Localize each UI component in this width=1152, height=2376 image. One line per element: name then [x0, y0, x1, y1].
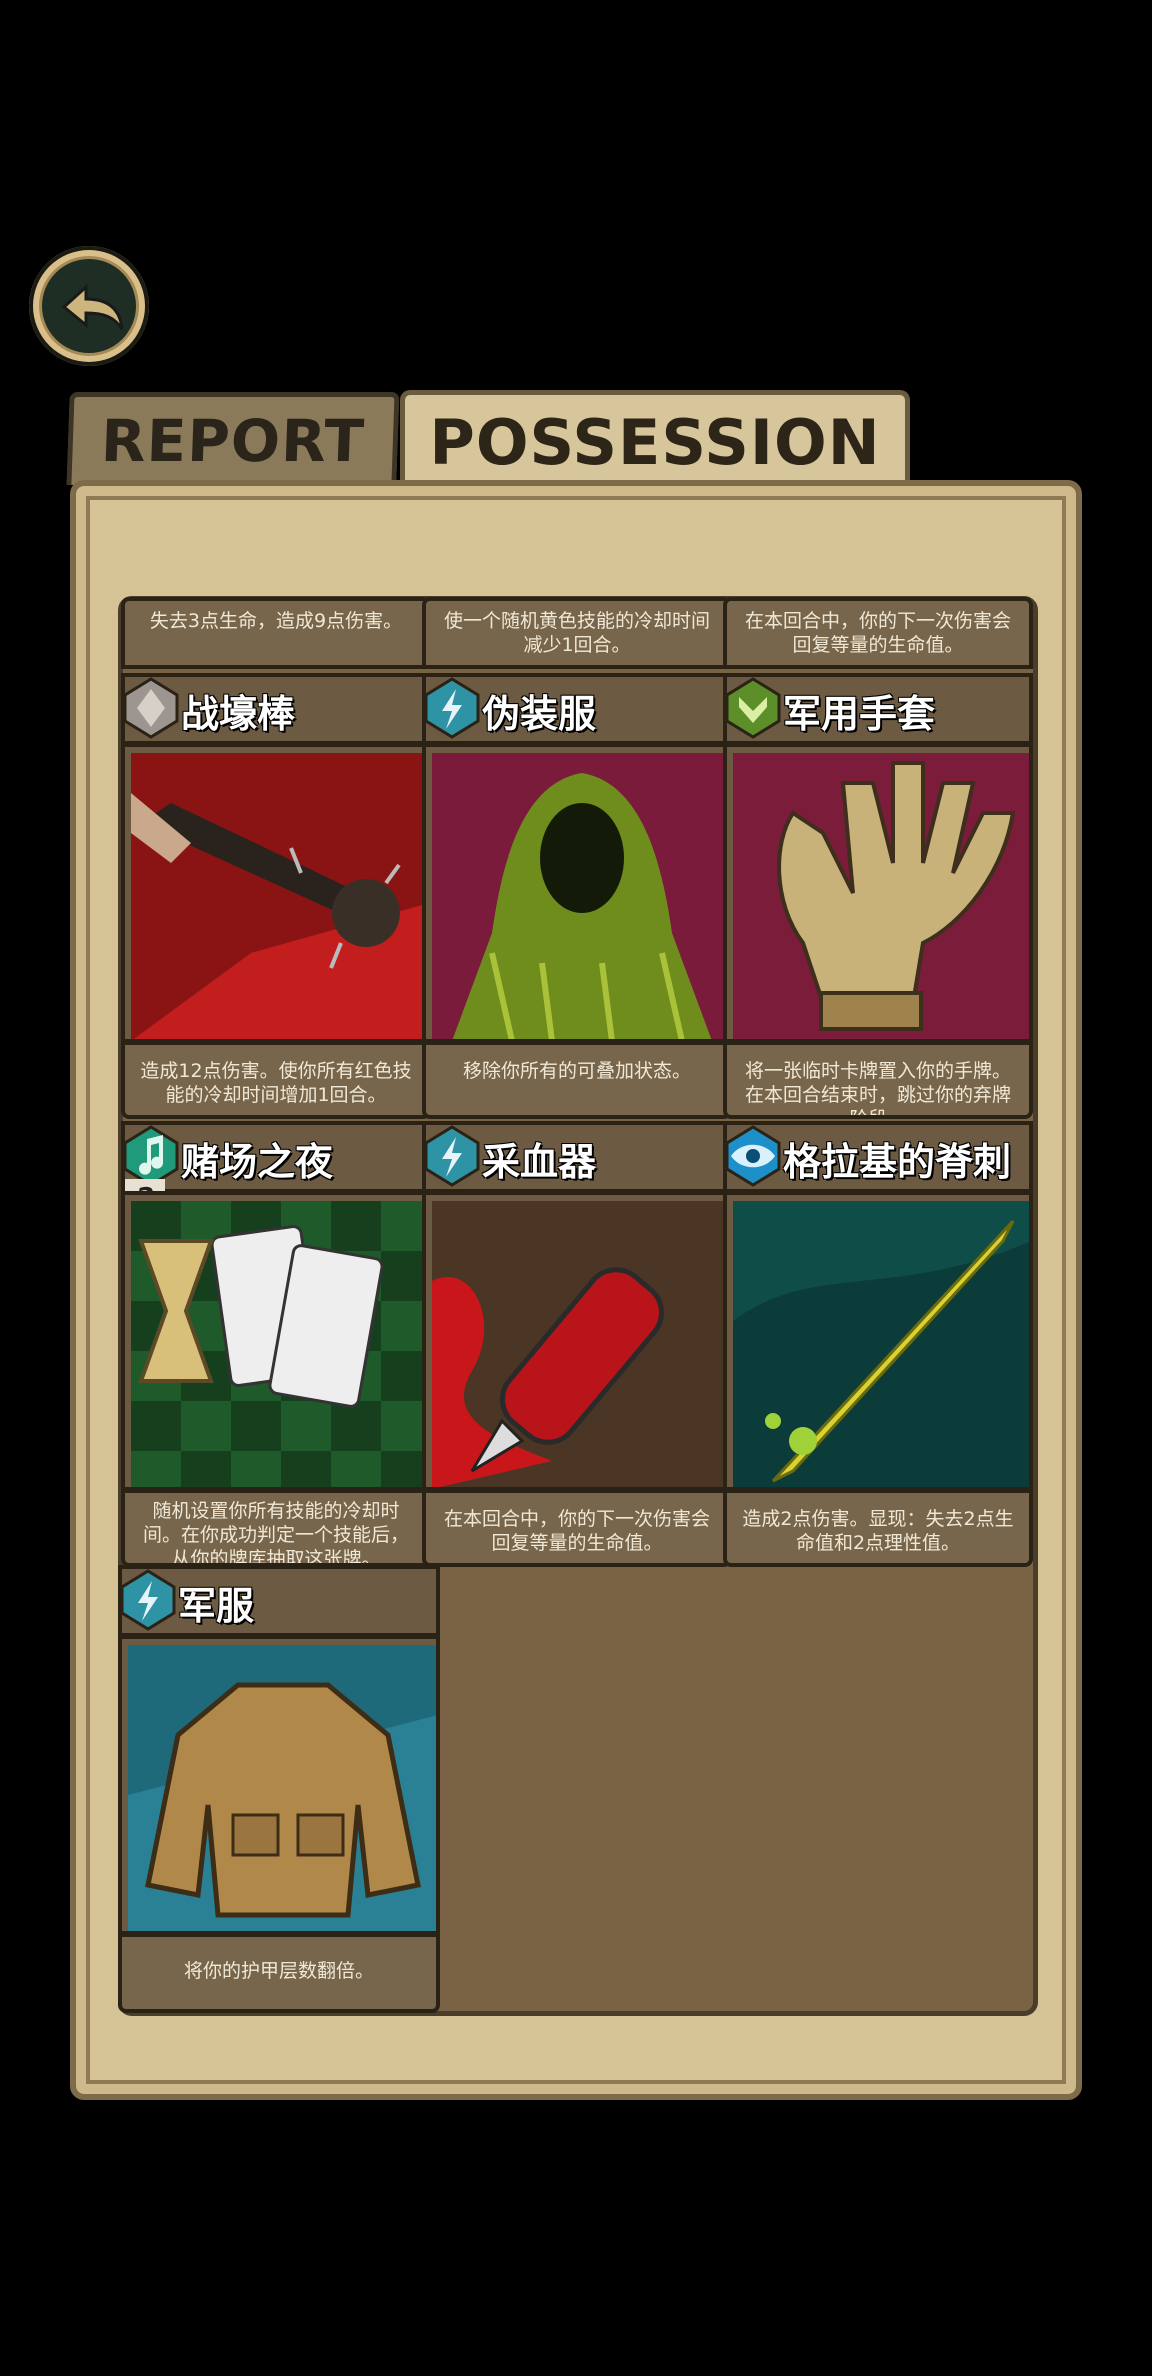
card-description: 造成12点伤害。使你所有红色技能的冷却时间增加1回合。	[121, 1041, 431, 1119]
card-art-blood-syringe	[422, 1191, 732, 1491]
card-name: 采血器	[482, 1140, 597, 1184]
eye-icon	[725, 1125, 781, 1187]
card-title-bar: 伪装服	[422, 673, 732, 745]
diamond-icon	[123, 677, 179, 739]
card-military-uniform[interactable]: 军服 将你的护甲层数翻倍。	[118, 1565, 444, 2015]
card-art-military-uniform	[118, 1635, 440, 1935]
card-title-bar: 采血器	[422, 1121, 732, 1193]
card-title-bar: 战壕棒	[121, 673, 431, 745]
card-partial[interactable]: 失去3点生命，造成9点伤害。	[121, 597, 435, 671]
card-art-glaaki-spine	[723, 1191, 1033, 1491]
card-name: 赌场之夜	[181, 1140, 334, 1184]
card-description: 失去3点生命，造成9点伤害。	[121, 597, 431, 669]
lightning-icon	[120, 1569, 176, 1631]
lightning-icon	[424, 1125, 480, 1187]
card-art-trench-club	[121, 743, 431, 1043]
card-description: 造成2点伤害。显现：失去2点生命值和2点理性值。	[723, 1489, 1033, 1567]
card-art-military-glove	[723, 743, 1033, 1043]
card-art-casino-night	[121, 1191, 431, 1491]
card-name: 战壕棒	[181, 692, 296, 736]
card-description: 在本回合中，你的下一次伤害会回复等量的生命值。	[723, 597, 1033, 669]
card-title-bar: 军服	[118, 1565, 440, 1637]
card-name: 格拉基的脊刺	[783, 1140, 1012, 1184]
card-title-bar: 军用手套	[723, 673, 1033, 745]
card-description: 移除你所有的可叠加状态。	[422, 1041, 732, 1119]
card-title-bar: 格拉基的脊刺	[723, 1121, 1033, 1193]
card-description: 在本回合中，你的下一次伤害会回复等量的生命值。	[422, 1489, 732, 1567]
return-arrow-icon	[61, 283, 124, 330]
chevron-icon	[725, 677, 781, 739]
card-partial[interactable]: 使一个随机黄色技能的冷却时间减少1回合。	[422, 597, 736, 671]
card-description: 随机设置你所有技能的冷却时间。在你成功判定一个技能后，从你的牌库抽取这张牌。	[121, 1489, 431, 1567]
back-button[interactable]	[29, 246, 149, 366]
card-name: 伪装服	[482, 692, 597, 736]
card-name: 军用手套	[783, 692, 936, 736]
card-name: 军服	[178, 1584, 255, 1628]
tab-report[interactable]: REPORT	[66, 392, 400, 485]
lightning-icon	[424, 677, 480, 739]
card-description: 将你的护甲层数翻倍。	[118, 1933, 440, 2013]
card-title-bar: 赌场之夜	[121, 1121, 431, 1193]
card-partial[interactable]: 在本回合中，你的下一次伤害会回复等量的生命值。	[723, 597, 1037, 671]
card-description: 使一个随机黄色技能的冷却时间减少1回合。	[422, 597, 732, 669]
card-description: 将一张临时卡牌置入你的手牌。在本回合结束时，跳过你的弃牌阶段。	[723, 1041, 1033, 1119]
card-art-ghillie-suit	[422, 743, 732, 1043]
